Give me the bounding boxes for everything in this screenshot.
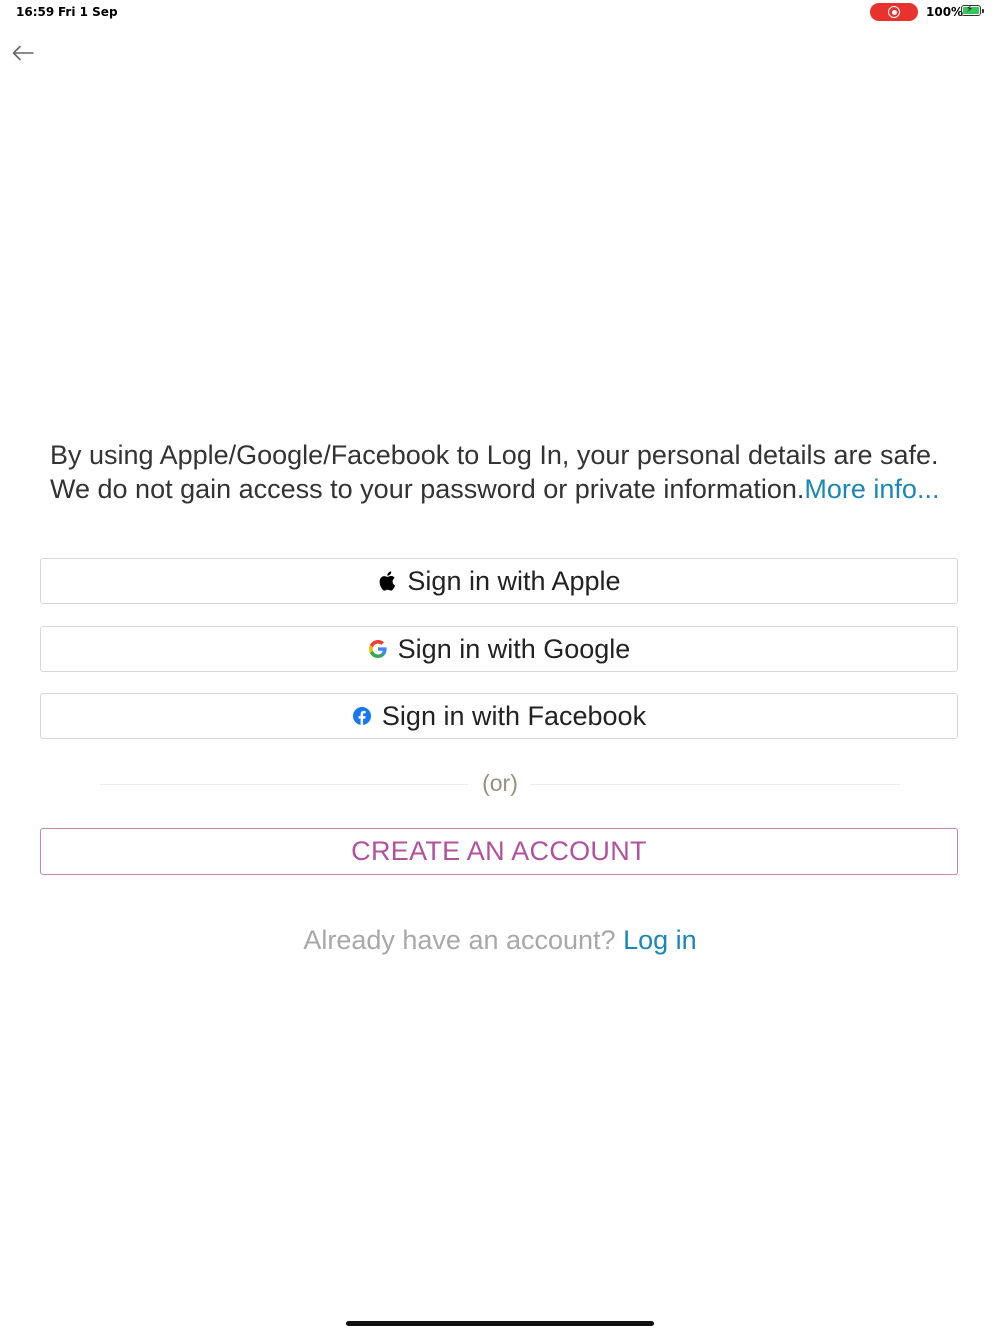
status-date: Fri 1 Sep [58,5,118,19]
google-logo-icon [368,639,388,659]
battery-percent: 100% [926,5,964,19]
sign-in-apple-button[interactable]: Sign in with Apple [40,558,958,604]
battery-icon: ⚡ [961,5,984,16]
sign-in-facebook-label: Sign in with Facebook [381,700,647,731]
facebook-logo-icon [352,706,372,726]
login-prompt-line: Already have an account? Log in [0,925,1000,956]
screen-recording-icon [870,3,918,21]
home-indicator[interactable] [346,1321,654,1326]
privacy-info-text: By using Apple/Google/Facebook to Log In… [50,438,960,506]
arrow-left-icon [12,45,34,61]
divider-or-text: (or) [482,770,518,796]
login-prompt-text: Already have an account? [303,925,616,955]
sign-in-google-label: Sign in with Google [397,633,631,664]
login-link[interactable]: Log in [623,925,697,955]
divider-line-right [530,784,900,785]
apple-logo-icon [377,571,397,591]
create-account-label: CREATE AN ACCOUNT [351,836,647,866]
sign-in-facebook-button[interactable]: Sign in with Facebook [40,693,958,739]
divider-line-left [100,784,468,785]
status-time: 16:59 [16,5,55,19]
back-button[interactable] [8,38,38,68]
sign-in-screen: 16:59 Fri 1 Sep 100% ⚡ By using Apple/Go… [0,0,1000,1334]
sign-in-google-button[interactable]: Sign in with Google [40,626,958,672]
create-account-button[interactable]: CREATE AN ACCOUNT [40,828,958,875]
status-bar: 16:59 Fri 1 Sep 100% ⚡ [0,0,1000,24]
sign-in-apple-label: Sign in with Apple [407,565,621,596]
more-info-link[interactable]: More info... [804,474,939,504]
